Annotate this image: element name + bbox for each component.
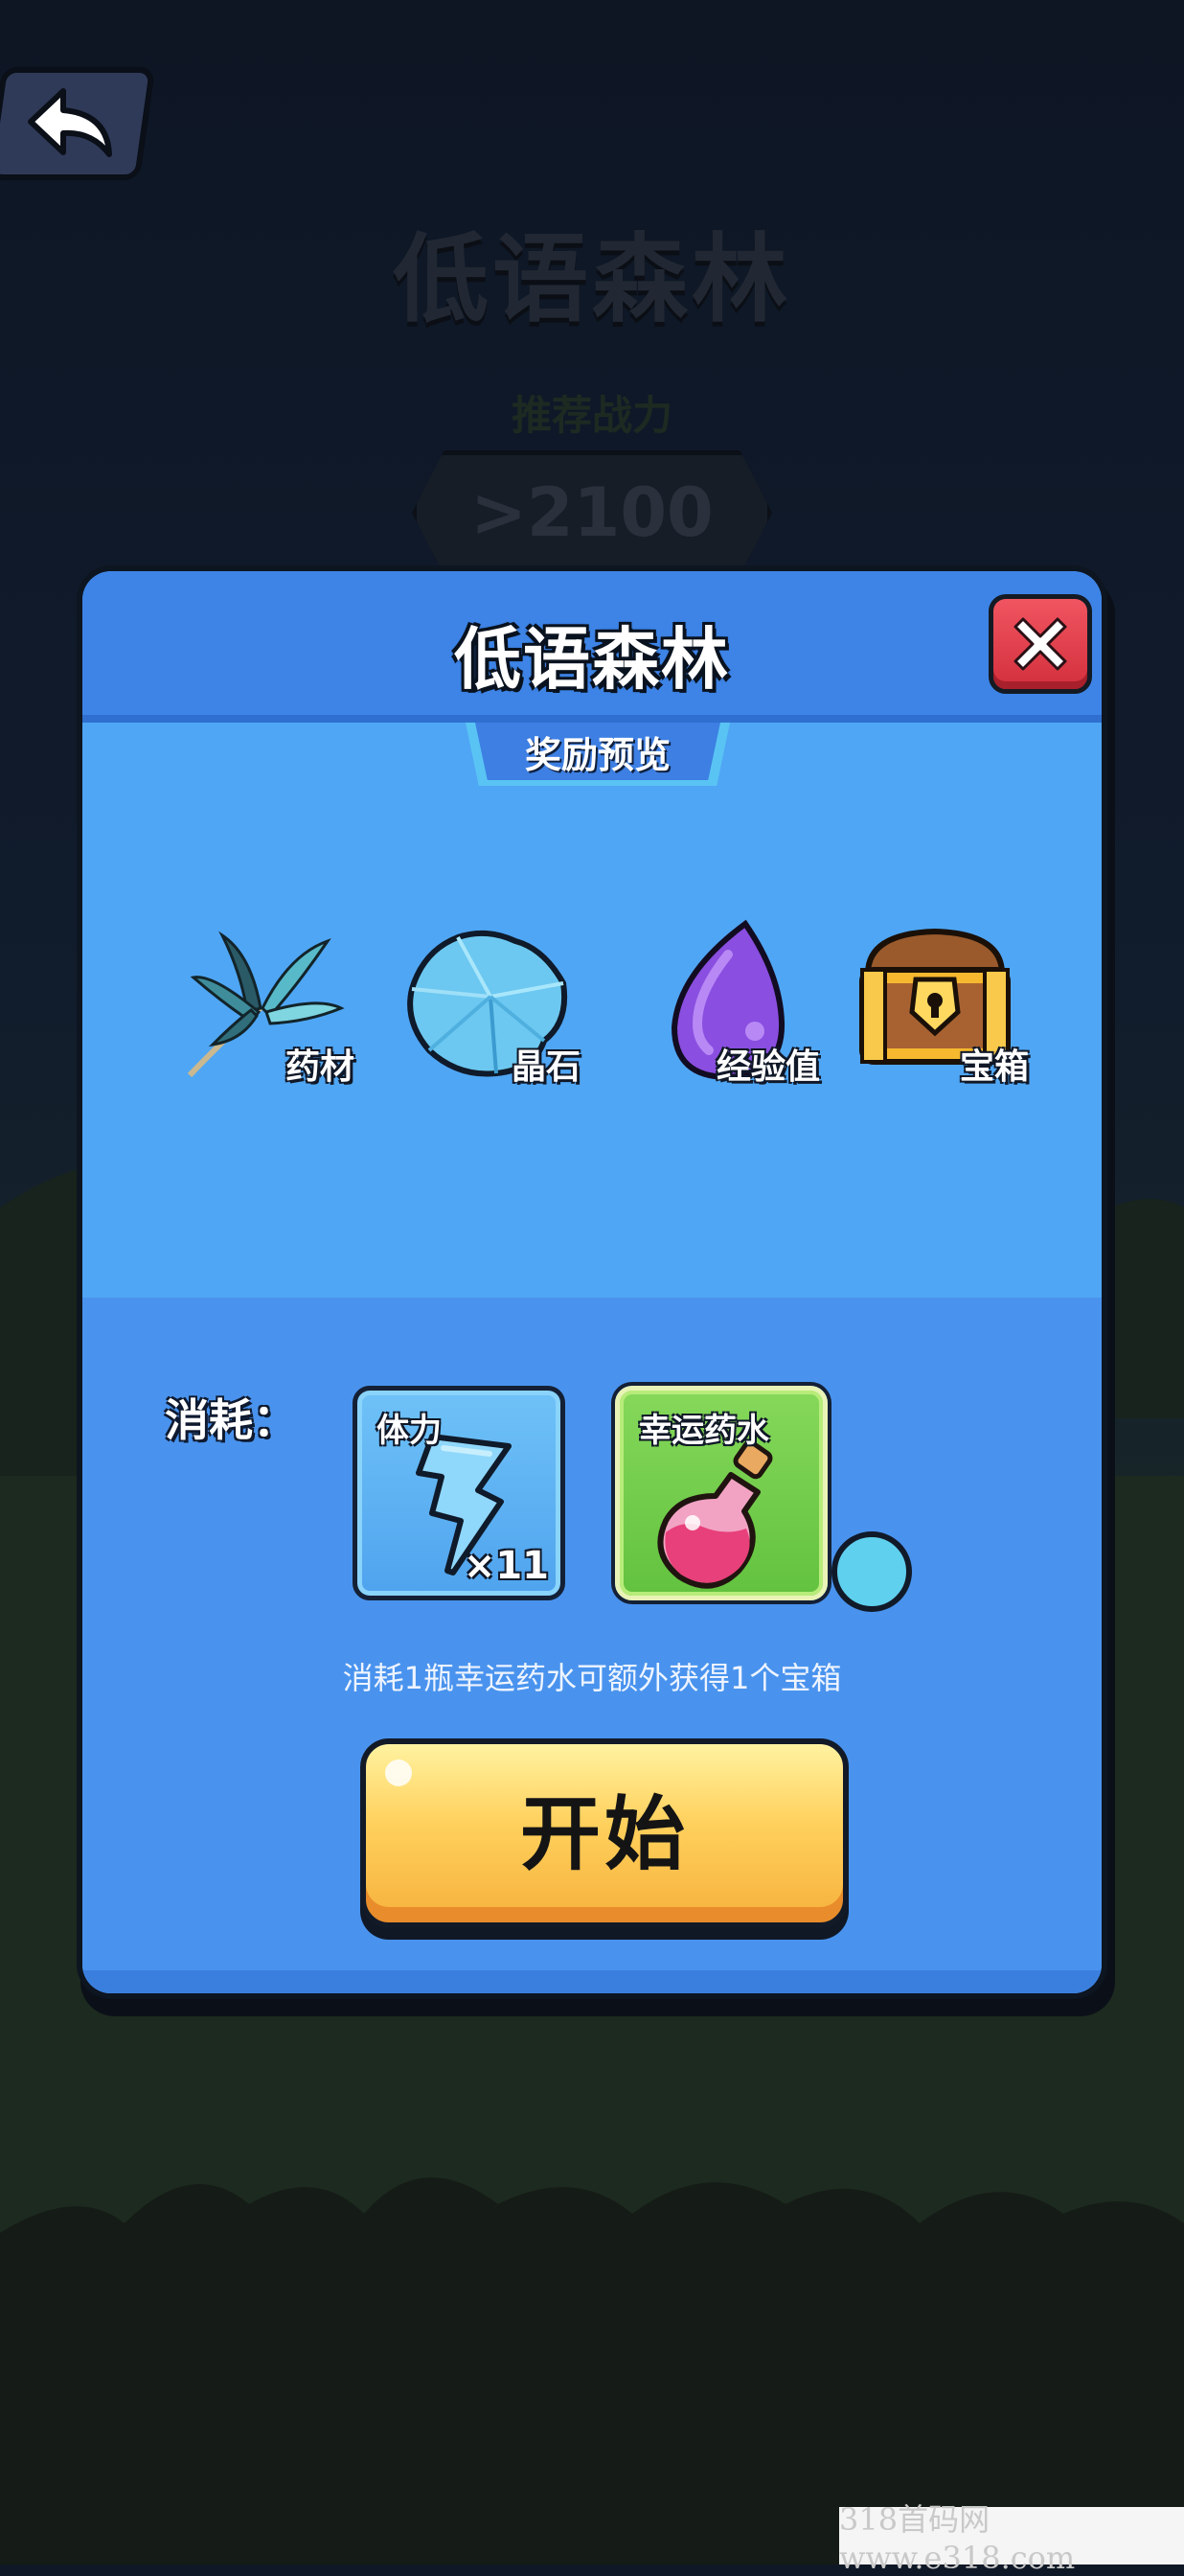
background-stage-title: 低语森林 (393, 223, 791, 335)
cost-label: 消耗： (165, 1394, 297, 1446)
stamina-cost-card: 体力 ×11 (353, 1386, 565, 1600)
dialog-header-edge (82, 715, 1102, 723)
reward-exp[interactable]: 经验值 (640, 916, 820, 1089)
reward-label: 宝箱 (959, 1047, 1029, 1087)
back-button[interactable] (0, 67, 156, 180)
reward-crystal[interactable]: 晶石 (400, 916, 581, 1089)
reward-herb[interactable]: 药材 (174, 916, 354, 1089)
stamina-count: ×11 (463, 1544, 549, 1588)
potion-icon (657, 1439, 773, 1589)
rewards-tab: 奖励预览 (475, 723, 720, 780)
potion-toggle[interactable] (831, 1531, 912, 1612)
close-icon (1013, 617, 1067, 671)
dialog-body: 低语森林 奖励预览 药材 晶石 经验值 宝箱 消耗： 体力 ×11 幸运药水 消… (82, 571, 1102, 1993)
recommended-power-value: >2100 (412, 450, 772, 575)
reward-preview-dialog: 低语森林 奖励预览 药材 晶石 经验值 宝箱 消耗： 体力 ×11 幸运药水 消… (77, 565, 1107, 1999)
reward-label: 晶石 (511, 1047, 581, 1087)
reward-label: 药材 (285, 1047, 354, 1087)
reward-label: 经验值 (716, 1047, 820, 1087)
lucky-potion-card[interactable]: 幸运药水 (615, 1386, 828, 1600)
reward-chest[interactable]: 宝箱 (849, 916, 1029, 1089)
recommended-power-label: 推荐战力 (511, 392, 672, 439)
potion-hint: 消耗1瓶幸运药水可额外获得1个宝箱 (342, 1660, 842, 1696)
stamina-title: 体力 (376, 1412, 442, 1450)
back-arrow-icon (28, 88, 112, 157)
close-button[interactable] (989, 594, 1092, 694)
lucky-potion-title: 幸运药水 (639, 1412, 769, 1450)
watermark: 318首码网 www.e318.com (839, 2501, 1184, 2576)
dialog-bottom-edge (82, 1970, 1102, 1993)
start-button-shine (385, 1760, 412, 1786)
start-button[interactable]: 开始 (360, 1738, 849, 1928)
dialog-title: 低语森林 (454, 620, 730, 699)
